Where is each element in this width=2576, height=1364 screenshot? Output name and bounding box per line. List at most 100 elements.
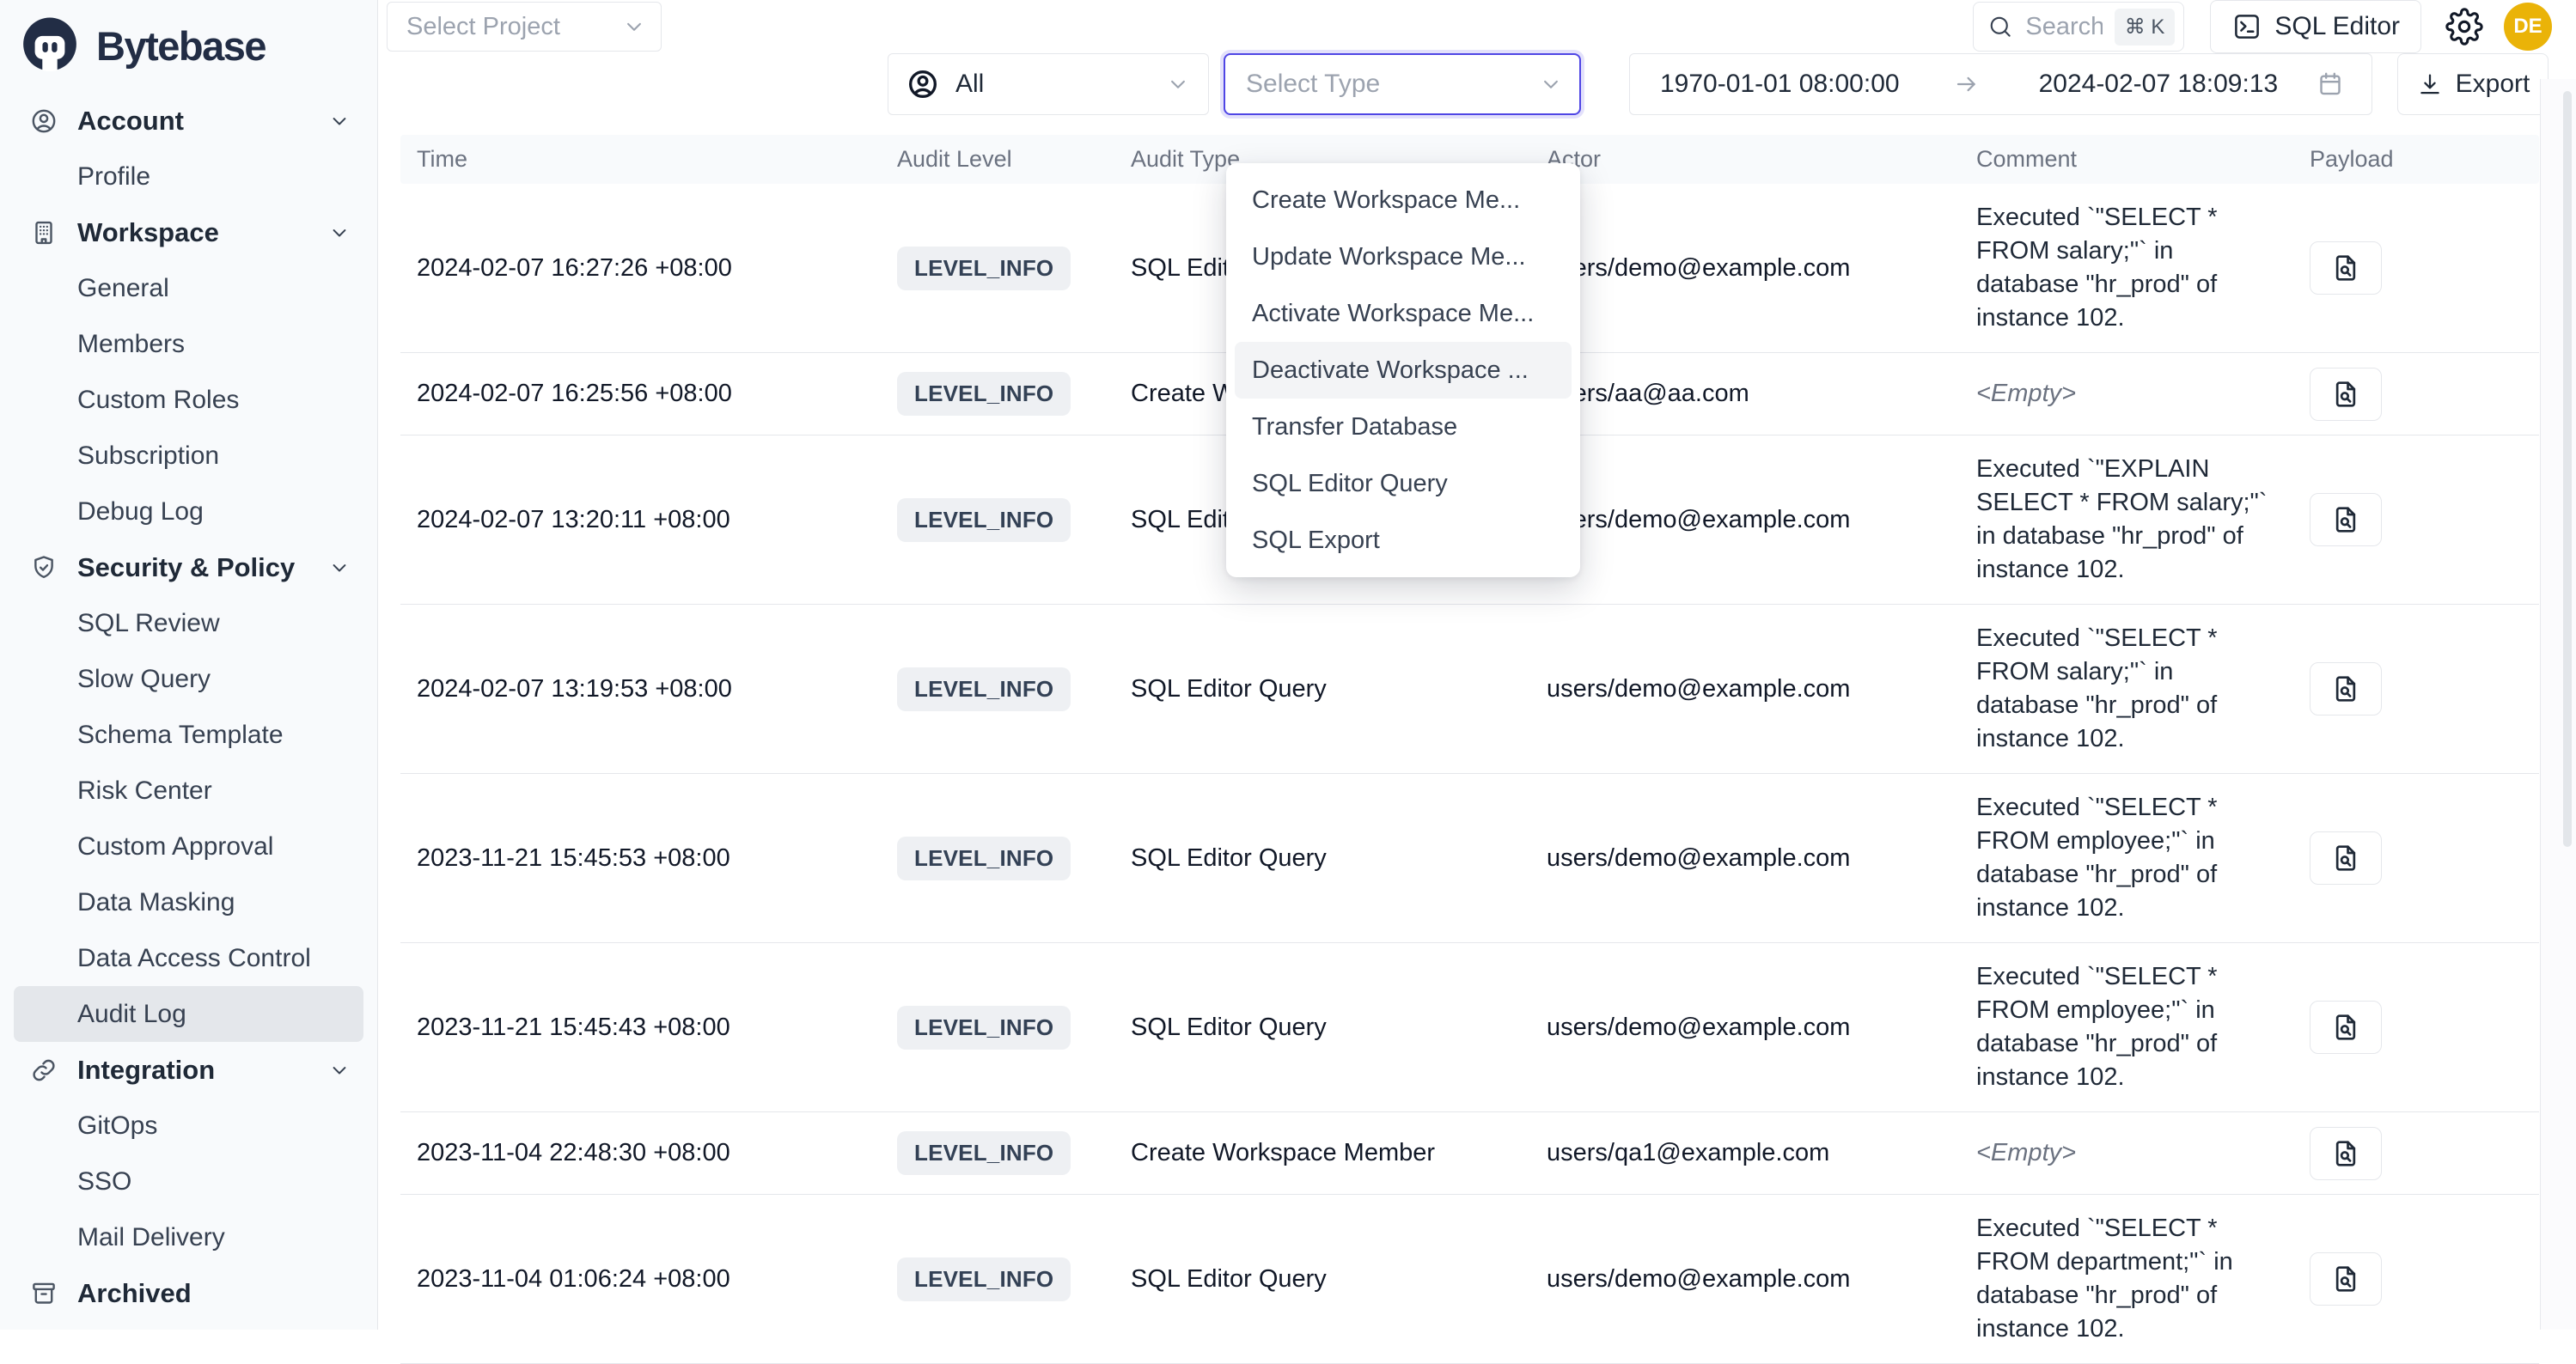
user-circle-icon bbox=[906, 67, 940, 101]
cell-audit-level: LEVEL_INFO bbox=[897, 372, 1131, 416]
type-option-sql-export[interactable]: SQL Export bbox=[1235, 512, 1572, 569]
type-option-activate-workspace-me[interactable]: Activate Workspace Me... bbox=[1235, 285, 1572, 342]
sidebar-group-workspace[interactable]: Workspace bbox=[14, 204, 363, 260]
project-select[interactable]: Select Project bbox=[387, 2, 662, 52]
sidebar-group: Archived bbox=[14, 1265, 363, 1321]
export-label: Export bbox=[2456, 70, 2530, 99]
payload-view-button[interactable] bbox=[2310, 831, 2382, 885]
cell-time: 2023-11-04 01:06:24 +08:00 bbox=[400, 1265, 897, 1294]
type-option-deactivate-workspace[interactable]: Deactivate Workspace ... bbox=[1235, 342, 1572, 399]
column-header-payload: Payload bbox=[2310, 146, 2539, 173]
payload-view-button[interactable] bbox=[2310, 241, 2382, 295]
settings-gear-button[interactable] bbox=[2445, 8, 2483, 46]
arrow-right-icon bbox=[1953, 70, 1981, 98]
sidebar-item-general[interactable]: General bbox=[14, 260, 363, 316]
project-select-placeholder: Select Project bbox=[406, 13, 560, 41]
user-circle-icon bbox=[29, 107, 58, 136]
sidebar-item-audit-log[interactable]: Audit Log bbox=[14, 986, 363, 1042]
payload-view-button[interactable] bbox=[2310, 662, 2382, 715]
sidebar-item-data-masking[interactable]: Data Masking bbox=[14, 874, 363, 930]
cell-audit-level: LEVEL_INFO bbox=[897, 1257, 1131, 1301]
cell-audit-type: SQL Editor Query bbox=[1131, 844, 1547, 873]
file-search-icon bbox=[2329, 1263, 2362, 1295]
sidebar-item-schema-template[interactable]: Schema Template bbox=[14, 707, 363, 763]
column-header-comment: Comment bbox=[1976, 146, 2310, 173]
type-filter-placeholder: Select Type bbox=[1246, 70, 1380, 99]
sidebar-group: Security & Policy SQL ReviewSlow QuerySc… bbox=[14, 539, 363, 1042]
cell-payload bbox=[2310, 1252, 2539, 1306]
type-option-sql-editor-query[interactable]: SQL Editor Query bbox=[1235, 455, 1572, 512]
sidebar-group: Workspace GeneralMembersCustom RolesSubs… bbox=[14, 204, 363, 539]
chevron-down-icon bbox=[1165, 71, 1191, 97]
type-option-update-workspace-me[interactable]: Update Workspace Me... bbox=[1235, 228, 1572, 285]
sidebar-item-data-access-control[interactable]: Data Access Control bbox=[14, 930, 363, 986]
sidebar-item-mail-delivery[interactable]: Mail Delivery bbox=[14, 1209, 363, 1265]
cell-time: 2023-11-21 15:45:43 +08:00 bbox=[400, 1014, 897, 1042]
sql-editor-label: SQL Editor bbox=[2274, 12, 2400, 41]
sidebar-group-account[interactable]: Account bbox=[14, 93, 363, 149]
cell-payload bbox=[2310, 831, 2539, 885]
vertical-scrollbar[interactable] bbox=[2540, 79, 2576, 1330]
cell-actor: users/demo@example.com bbox=[1547, 1014, 1976, 1042]
sidebar-item-debug-log[interactable]: Debug Log bbox=[14, 484, 363, 539]
payload-view-button[interactable] bbox=[2310, 1127, 2382, 1180]
chevron-down-icon bbox=[327, 221, 351, 245]
type-filter-dropdown: Create Workspace Me...Update Workspace M… bbox=[1226, 163, 1580, 577]
cell-payload bbox=[2310, 662, 2539, 715]
sidebar-nav: Account Profile Workspace GeneralMembers… bbox=[0, 82, 377, 1321]
sidebar-item-custom-approval[interactable]: Custom Approval bbox=[14, 819, 363, 874]
sidebar-item-sql-review[interactable]: SQL Review bbox=[14, 595, 363, 651]
chevron-down-icon bbox=[327, 109, 351, 133]
cell-actor: users/demo@example.com bbox=[1547, 1265, 1976, 1294]
cell-comment: Executed `"EXPLAIN SELECT * FROM salary;… bbox=[1976, 435, 2310, 604]
sidebar-item-gitops[interactable]: GitOps bbox=[14, 1098, 363, 1154]
file-search-icon bbox=[2329, 842, 2362, 874]
main-area: Select Project ⌘ K SQL Editor DE bbox=[378, 0, 2576, 1330]
table-row: 2023-11-21 15:45:53 +08:00 LEVEL_INFO SQ… bbox=[400, 774, 2539, 943]
type-option-transfer-database[interactable]: Transfer Database bbox=[1235, 399, 1572, 455]
sidebar-group-integration[interactable]: Integration bbox=[14, 1042, 363, 1098]
column-header-time: Time bbox=[400, 146, 897, 173]
file-search-icon bbox=[2329, 1137, 2362, 1170]
sidebar-group-security-policy[interactable]: Security & Policy bbox=[14, 539, 363, 595]
actor-filter-select[interactable]: All bbox=[888, 53, 1209, 115]
sql-editor-button[interactable]: SQL Editor bbox=[2210, 0, 2421, 53]
scrollbar-thumb[interactable] bbox=[2563, 91, 2572, 847]
sidebar-item-profile[interactable]: Profile bbox=[14, 149, 363, 204]
sidebar-group: Account Profile bbox=[14, 93, 363, 204]
type-option-create-workspace-me[interactable]: Create Workspace Me... bbox=[1235, 172, 1572, 228]
bytebase-logo-icon bbox=[17, 13, 82, 78]
sidebar-item-members[interactable]: Members bbox=[14, 316, 363, 372]
search-box[interactable]: ⌘ K bbox=[1973, 2, 2184, 52]
cell-audit-level: LEVEL_INFO bbox=[897, 1006, 1131, 1050]
cell-payload bbox=[2310, 1127, 2539, 1180]
search-input[interactable] bbox=[2024, 12, 2103, 42]
sidebar-group-archived[interactable]: Archived bbox=[14, 1265, 363, 1321]
user-avatar[interactable]: DE bbox=[2504, 3, 2552, 51]
date-range-picker[interactable]: 1970-01-01 08:00:00 2024-02-07 18:09:13 bbox=[1629, 53, 2372, 115]
date-range-end[interactable]: 2024-02-07 18:09:13 bbox=[2039, 70, 2279, 99]
payload-view-button[interactable] bbox=[2310, 1252, 2382, 1306]
sidebar-item-slow-query[interactable]: Slow Query bbox=[14, 651, 363, 707]
payload-view-button[interactable] bbox=[2310, 368, 2382, 421]
sidebar-item-custom-roles[interactable]: Custom Roles bbox=[14, 372, 363, 428]
chevron-down-icon bbox=[327, 556, 351, 580]
type-filter-select[interactable]: Select Type bbox=[1224, 53, 1581, 115]
sidebar-item-subscription[interactable]: Subscription bbox=[14, 428, 363, 484]
payload-view-button[interactable] bbox=[2310, 1001, 2382, 1054]
sidebar-item-sso[interactable]: SSO bbox=[14, 1154, 363, 1209]
file-search-icon bbox=[2329, 378, 2362, 411]
search-icon bbox=[1987, 14, 2013, 40]
sidebar-item-risk-center[interactable]: Risk Center bbox=[14, 763, 363, 819]
column-header-actor: Actor bbox=[1547, 146, 1976, 173]
date-range-start[interactable]: 1970-01-01 08:00:00 bbox=[1660, 70, 1900, 99]
archive-icon bbox=[29, 1279, 58, 1308]
export-button[interactable]: Export bbox=[2397, 53, 2549, 115]
cell-actor: users/demo@example.com bbox=[1547, 506, 1976, 534]
gear-icon bbox=[2445, 8, 2483, 46]
table-row: 2023-11-21 15:45:43 +08:00 LEVEL_INFO SQ… bbox=[400, 943, 2539, 1112]
cell-comment: <Empty> bbox=[1976, 1119, 2310, 1187]
payload-view-button[interactable] bbox=[2310, 493, 2382, 546]
cell-audit-type: Create Workspace Member bbox=[1131, 1139, 1547, 1167]
brand-logo[interactable]: Bytebase bbox=[0, 0, 377, 82]
